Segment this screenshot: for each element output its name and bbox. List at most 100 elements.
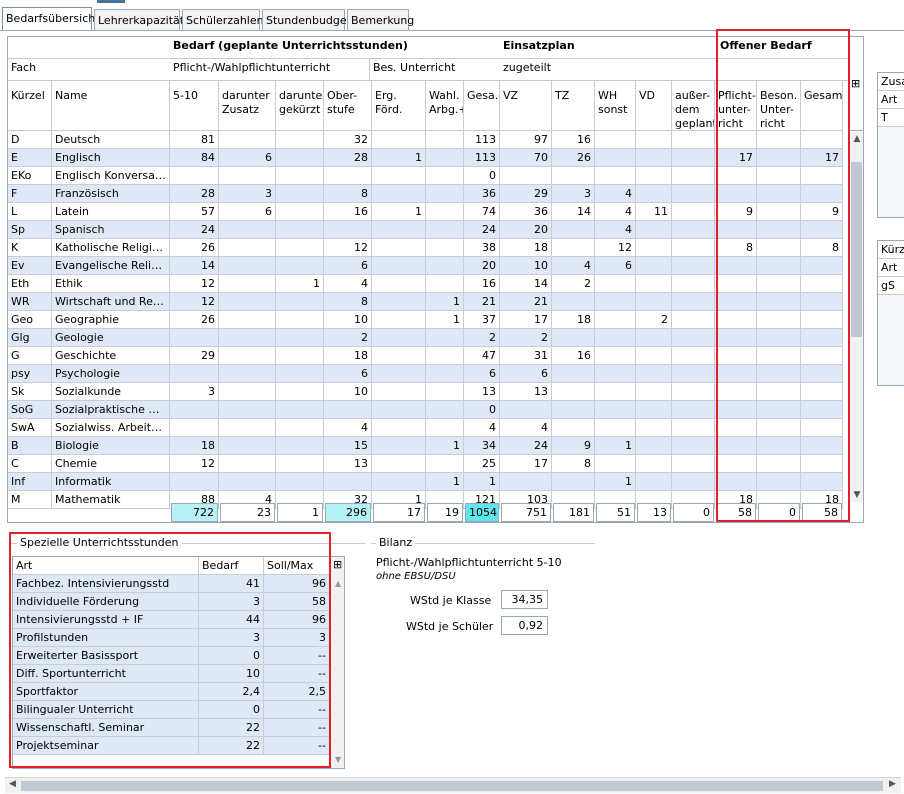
cell-wh-sonst[interactable]: 6: [595, 257, 636, 275]
cell-gesamt[interactable]: 37: [464, 311, 500, 329]
scroll-right-icon[interactable]: ▶: [889, 779, 896, 789]
cell-wahl-arbg[interactable]: [426, 347, 464, 365]
cell-ausserdem-geplant[interactable]: [672, 149, 715, 167]
cell-kuerzel[interactable]: Ev: [8, 257, 52, 275]
cell-vd[interactable]: [636, 329, 672, 347]
cell-wahl-arbg[interactable]: 1: [426, 473, 464, 491]
cell-wahl-arbg[interactable]: [426, 239, 464, 257]
cell-ausserdem-geplant[interactable]: [672, 221, 715, 239]
cell-kuerzel[interactable]: Eth: [8, 275, 52, 293]
cell-gekuerzt[interactable]: [276, 347, 324, 365]
cell-ausserdem-geplant[interactable]: [672, 365, 715, 383]
special-bedarf[interactable]: 0: [199, 647, 264, 665]
cell-vd[interactable]: [636, 131, 672, 149]
cell-vz[interactable]: 13: [500, 383, 552, 401]
cell-vd[interactable]: [636, 383, 672, 401]
cell-gesamt[interactable]: 47: [464, 347, 500, 365]
cell-wh-sonst[interactable]: 4: [595, 185, 636, 203]
tab-schülerzahlen[interactable]: Schülerzahlen: [182, 9, 264, 31]
cell-kuerzel[interactable]: M: [8, 491, 52, 509]
cell-kuerzel[interactable]: K: [8, 239, 52, 257]
cell-name[interactable]: Geschichte: [52, 347, 170, 365]
cell-offen-pflicht[interactable]: [715, 365, 757, 383]
cell-ausserdem-geplant[interactable]: [672, 437, 715, 455]
cell-offen-beson[interactable]: [757, 383, 801, 401]
list-item[interactable]: Fachbez. Intensivierungsstd 41 96: [13, 575, 330, 593]
cell-erg-foerd[interactable]: [372, 347, 426, 365]
special-soll[interactable]: 96: [264, 611, 330, 629]
tab-bemerkung[interactable]: Bemerkung: [347, 9, 414, 31]
cell-vd[interactable]: [636, 419, 672, 437]
cell-ausserdem-geplant[interactable]: [672, 419, 715, 437]
cell-tz[interactable]: [552, 167, 595, 185]
tab-bedarfsübersicht[interactable]: Bedarfsübersicht: [2, 7, 100, 31]
cell-vz[interactable]: 2: [500, 329, 552, 347]
page-horizontal-scrollbar[interactable]: ◀ ▶: [5, 777, 901, 793]
cell-wahl-arbg[interactable]: [426, 329, 464, 347]
table-row[interactable]: E Englisch 84 6 28 1 113 70 26 17 17: [8, 149, 848, 167]
cell-wh-sonst[interactable]: 4: [595, 203, 636, 221]
scroll-down-icon[interactable]: ▼: [335, 755, 341, 764]
special-soll[interactable]: --: [264, 701, 330, 719]
special-bedarf[interactable]: 3: [199, 593, 264, 611]
cell-5-10[interactable]: 12: [170, 275, 219, 293]
cell-name[interactable]: Sozialpraktische Grun...: [52, 401, 170, 419]
cell-ausserdem-geplant[interactable]: [672, 275, 715, 293]
cell-5-10[interactable]: [170, 401, 219, 419]
cell-offen-gesamt[interactable]: [801, 257, 843, 275]
cell-vd[interactable]: [636, 149, 672, 167]
cell-name[interactable]: Ethik: [52, 275, 170, 293]
cell-gesamt[interactable]: 36: [464, 185, 500, 203]
cell-gekuerzt[interactable]: [276, 455, 324, 473]
special-bedarf[interactable]: 44: [199, 611, 264, 629]
cell-vz[interactable]: [500, 401, 552, 419]
cell-wahl-arbg[interactable]: [426, 221, 464, 239]
cell-kuerzel[interactable]: EKo: [8, 167, 52, 185]
cell-gesamt[interactable]: 1: [464, 473, 500, 491]
cell-zusatz[interactable]: [219, 383, 276, 401]
cell-offen-pflicht[interactable]: [715, 293, 757, 311]
cell-gekuerzt[interactable]: [276, 401, 324, 419]
cell-zusatz[interactable]: [219, 347, 276, 365]
cell-erg-foerd[interactable]: [372, 257, 426, 275]
table-row[interactable]: F Französisch 28 3 8 36 29 3 4: [8, 185, 848, 203]
cell-erg-foerd[interactable]: [372, 131, 426, 149]
cell-offen-pflicht[interactable]: [715, 329, 757, 347]
cell-gesamt[interactable]: 2: [464, 329, 500, 347]
special-soll[interactable]: --: [264, 647, 330, 665]
table-row[interactable]: D Deutsch 81 32 113 97 16: [8, 131, 848, 149]
table-row[interactable]: psy Psychologie 6 6 6: [8, 365, 848, 383]
cell-offen-beson[interactable]: [757, 293, 801, 311]
table-row[interactable]: SwA Sozialwiss. Arbeitsfel... 4 4 4: [8, 419, 848, 437]
col-header-gekuerzt[interactable]: darunter gekürzt: [276, 81, 324, 131]
cell-kuerzel[interactable]: psy: [8, 365, 52, 383]
cell-kuerzel[interactable]: Inf: [8, 473, 52, 491]
cell-oberstufe[interactable]: 8: [324, 293, 372, 311]
cell-vd[interactable]: 2: [636, 311, 672, 329]
cell-wh-sonst[interactable]: 4: [595, 221, 636, 239]
cell-gesamt[interactable]: 113: [464, 149, 500, 167]
cell-5-10[interactable]: 81: [170, 131, 219, 149]
cell-name[interactable]: Französisch: [52, 185, 170, 203]
cell-offen-beson[interactable]: [757, 275, 801, 293]
cell-vd[interactable]: [636, 239, 672, 257]
cell-wahl-arbg[interactable]: [426, 149, 464, 167]
cell-erg-foerd[interactable]: [372, 293, 426, 311]
cell-offen-beson[interactable]: [757, 401, 801, 419]
cell-offen-beson[interactable]: [757, 437, 801, 455]
cell-wh-sonst[interactable]: [595, 167, 636, 185]
cell-vz[interactable]: 97: [500, 131, 552, 149]
cell-wahl-arbg[interactable]: 1: [426, 311, 464, 329]
table-row[interactable]: Geo Geographie 26 10 1 37 17 18 2: [8, 311, 848, 329]
cell-offen-beson[interactable]: [757, 419, 801, 437]
cell-5-10[interactable]: 28: [170, 185, 219, 203]
cell-vd[interactable]: [636, 185, 672, 203]
cell-name[interactable]: Deutsch: [52, 131, 170, 149]
cell-name[interactable]: Sozialkunde: [52, 383, 170, 401]
cell-kuerzel[interactable]: F: [8, 185, 52, 203]
cell-tz[interactable]: 18: [552, 311, 595, 329]
list-item[interactable]: Wissenschaftl. Seminar 22 --: [13, 719, 330, 737]
cell-offen-gesamt[interactable]: [801, 185, 843, 203]
cell-offen-gesamt[interactable]: [801, 383, 843, 401]
cell-ausserdem-geplant[interactable]: [672, 203, 715, 221]
